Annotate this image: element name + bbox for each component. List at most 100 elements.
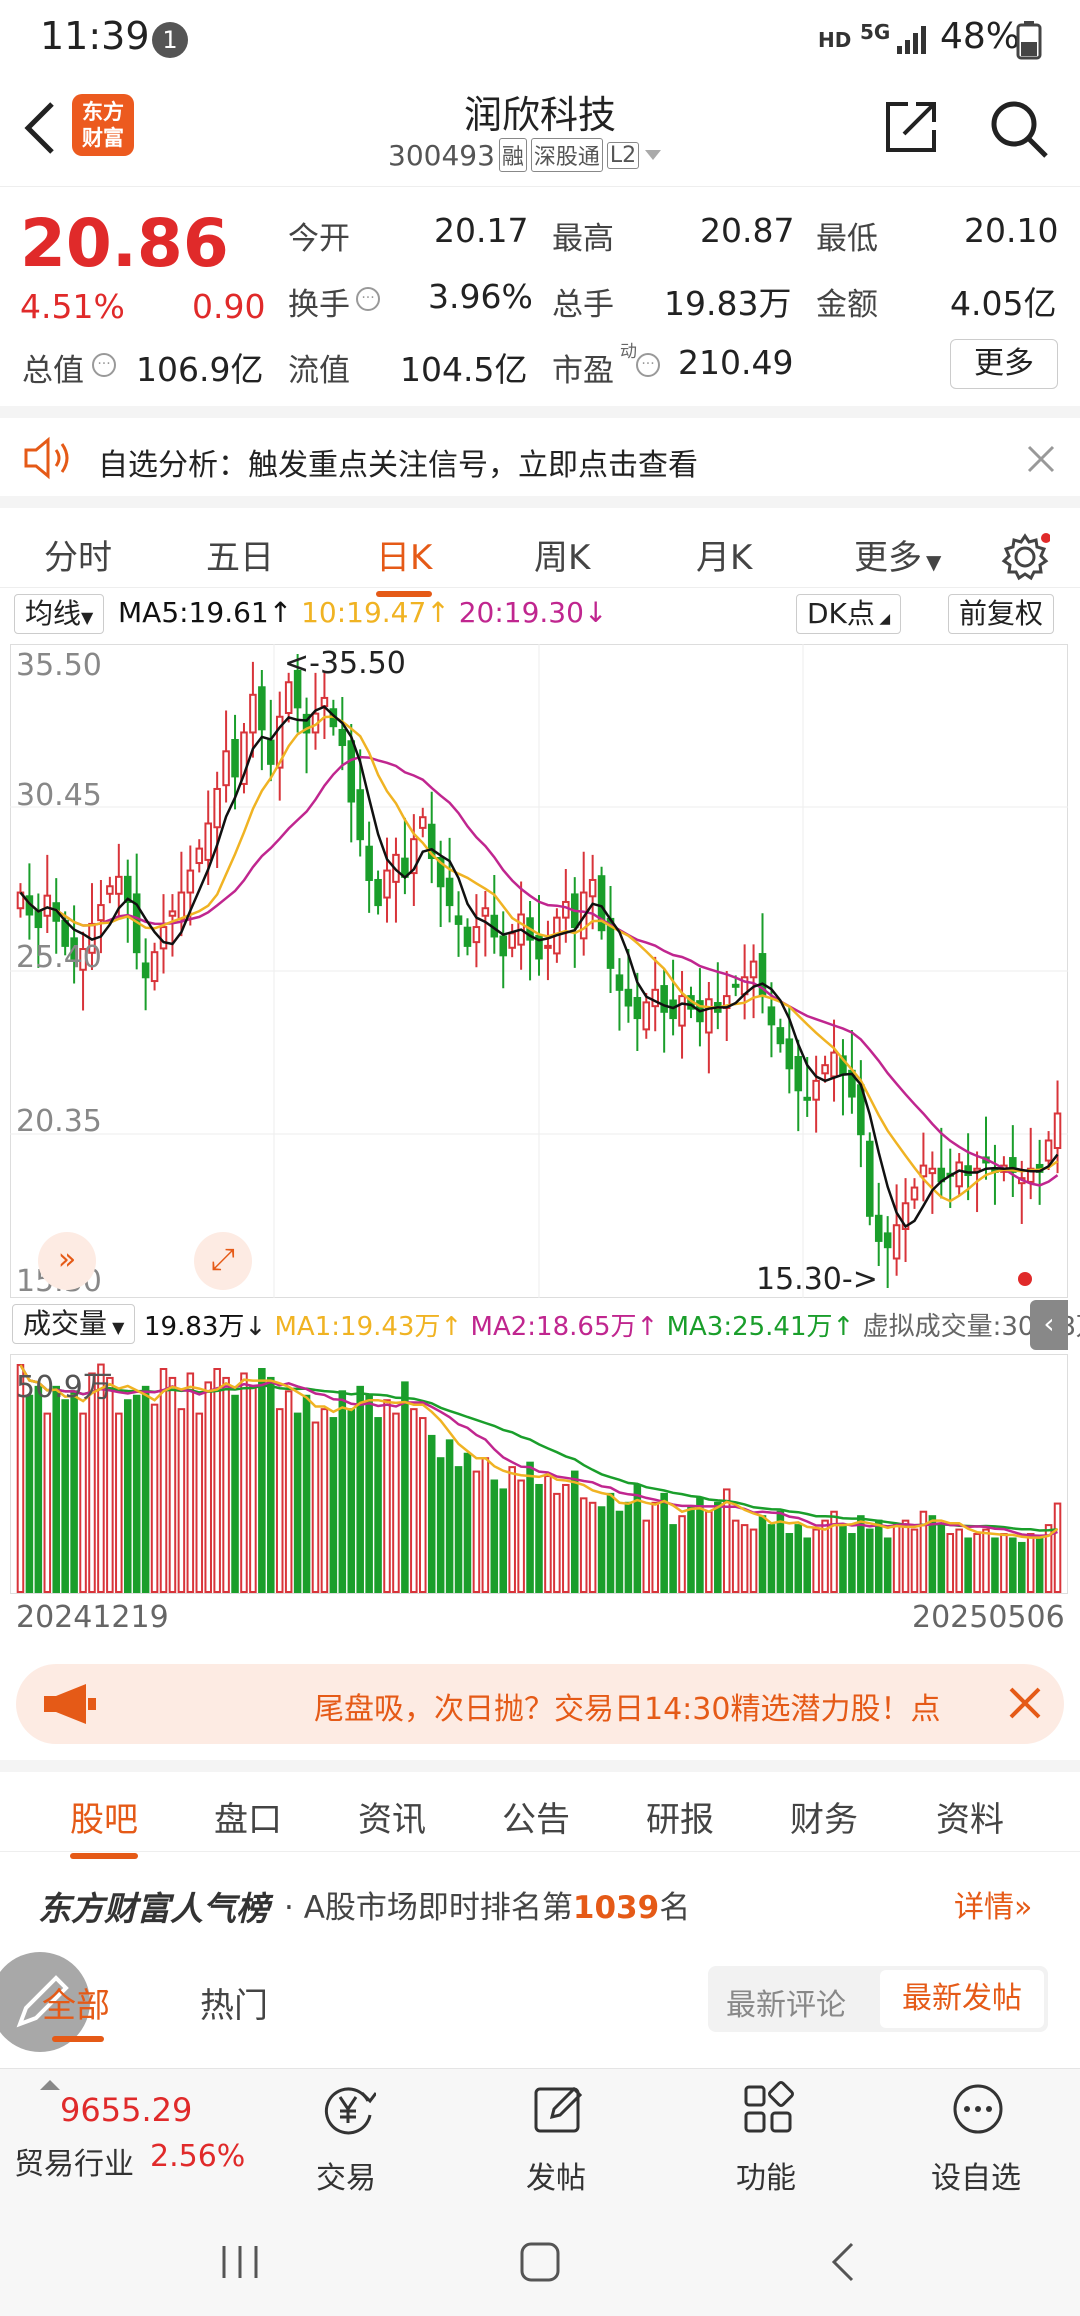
live-dot [1018, 1272, 1032, 1286]
double-chevron-right-icon: » [1014, 1890, 1033, 1925]
promo-banner[interactable]: 尾盘吸，次日抛？交易日14:30精选潜力股！点 [16, 1664, 1064, 1744]
badge-sgt: 深股通 [530, 138, 603, 172]
index-value[interactable]: 9655.29 [60, 2091, 192, 2129]
tab-five-day[interactable]: 五日 [206, 530, 274, 579]
edit-icon [534, 2086, 583, 2133]
stock-code: 300493 [388, 138, 495, 172]
system-nav-bar [0, 2208, 1080, 2316]
back-icon[interactable] [828, 2240, 858, 2284]
tab-minute[interactable]: 分时 [44, 530, 112, 579]
dropdown-caret-icon[interactable] [643, 148, 663, 162]
tab-hot[interactable]: 热门 [200, 1978, 268, 2027]
volume-bar [696, 1497, 704, 1594]
close-icon[interactable] [1026, 444, 1056, 474]
chevron-down-icon: ▼ [107, 1318, 125, 1337]
popularity-brand: 东方财富人气榜 [38, 1889, 269, 1928]
volume-bar [284, 1390, 293, 1594]
sort-latest-post[interactable]: 最新发帖 [880, 1970, 1044, 2028]
volume-bar [338, 1390, 347, 1594]
tab-all[interactable]: 全部 [42, 1978, 110, 2027]
volume-bar [687, 1506, 695, 1594]
index-name[interactable]: 贸易行业 [14, 2139, 134, 2183]
expand-left-icon[interactable]: » [38, 1232, 96, 1290]
search-icon[interactable] [986, 96, 1050, 160]
analysis-alert[interactable]: 自选分析：触发重点关注信号，立即点击查看 [0, 406, 1080, 496]
volume-bar [615, 1510, 624, 1594]
volume-bar [454, 1466, 463, 1593]
tab-guba[interactable]: 股吧 [70, 1792, 138, 1859]
volume-bar [562, 1483, 570, 1594]
gear-icon[interactable] [1000, 532, 1050, 582]
volume-bar [481, 1457, 490, 1593]
low-label: 最低 [816, 221, 878, 257]
rank-value: 1039 [572, 1890, 660, 1926]
volume-bar [436, 1457, 445, 1593]
volume-bar [883, 1537, 892, 1593]
volume-bar [973, 1533, 981, 1593]
volume-bar [892, 1524, 901, 1593]
volume-bar [213, 1368, 221, 1593]
recent-apps-icon[interactable] [218, 2242, 262, 2282]
volume-bar [651, 1501, 659, 1594]
volume-bar [597, 1506, 606, 1594]
volume-chart[interactable] [10, 1354, 1068, 1594]
popularity-text: · A股市场即时排名第1039名 [284, 1890, 691, 1926]
adjustment-button[interactable]: 前复权 [948, 594, 1055, 634]
content-tabs: 股吧 盘口 资讯 公告 研报 财务 资料 [0, 1760, 1080, 1859]
arrow-up-icon: ↑ [268, 596, 293, 629]
tab-more[interactable]: 更多 ▼ [854, 530, 941, 579]
tab-announcements[interactable]: 公告 [502, 1792, 570, 1841]
volume-bar [785, 1533, 794, 1593]
info-icon[interactable]: ··· [92, 353, 116, 377]
tab-news[interactable]: 资讯 [358, 1792, 426, 1841]
info-icon[interactable]: ··· [356, 287, 380, 311]
volume-bar [526, 1461, 534, 1593]
last-price: 20.86 [20, 205, 229, 282]
volume-bar [624, 1501, 633, 1594]
close-icon[interactable] [1008, 1686, 1042, 1720]
volume-bar [311, 1421, 320, 1593]
y-tick-label: 25.40 [16, 940, 102, 975]
info-icon[interactable]: ··· [636, 353, 660, 377]
home-icon[interactable] [518, 2240, 562, 2284]
change-percent: 4.51% [20, 287, 125, 326]
details-link[interactable]: 详情» [954, 1882, 1032, 1926]
volume-bar [937, 1524, 946, 1593]
candlestick-chart[interactable] [10, 644, 1068, 1298]
sort-latest-comment[interactable]: 最新评论 [726, 1980, 846, 2024]
volume-value: 19.83万 [144, 1312, 245, 1342]
popularity-row[interactable]: 东方财富人气榜 · A股市场即时排名第1039名 详情» [0, 1852, 1080, 1952]
volume-bar [392, 1412, 400, 1594]
volume-select[interactable]: 成交量 ▼ [12, 1304, 136, 1344]
volume-bar [356, 1385, 364, 1594]
volume-bar [490, 1479, 499, 1593]
volume-bar [517, 1479, 525, 1593]
volume-bar [678, 1515, 686, 1594]
tab-orderbook[interactable]: 盘口 [214, 1792, 282, 1841]
tab-finance[interactable]: 财务 [790, 1792, 858, 1841]
ma-select[interactable]: 均线▼ [14, 594, 105, 634]
volume-bar [123, 1399, 132, 1594]
volume-bar [43, 1412, 52, 1594]
tab-daily-k[interactable]: 日K [376, 530, 433, 597]
tab-weekly-k[interactable]: 周K [534, 530, 590, 579]
collapse-panel-icon[interactable]: ‹ [1030, 1300, 1068, 1350]
fullscreen-icon[interactable]: ⤢ [194, 1232, 252, 1290]
tab-monthly-k[interactable]: 月K [696, 530, 752, 579]
high-label: 最高 [552, 221, 614, 257]
volume-bar [222, 1376, 230, 1594]
y-tick-label: 30.45 [16, 778, 102, 813]
more-button[interactable]: 更多 [950, 339, 1058, 389]
tab-profile[interactable]: 资料 [936, 1792, 1004, 1841]
volume-bar [588, 1501, 597, 1594]
volume-bar [34, 1385, 43, 1594]
share-icon[interactable] [882, 98, 940, 156]
volume-bar [910, 1528, 919, 1593]
volume-bar [660, 1492, 668, 1594]
volume-bar [132, 1394, 141, 1594]
volume-bar [79, 1412, 87, 1594]
tab-research[interactable]: 研报 [646, 1792, 714, 1841]
volume-bar [186, 1372, 195, 1594]
volume-bar [204, 1381, 212, 1594]
dk-point-button[interactable]: DK点 ◢ [796, 594, 902, 634]
